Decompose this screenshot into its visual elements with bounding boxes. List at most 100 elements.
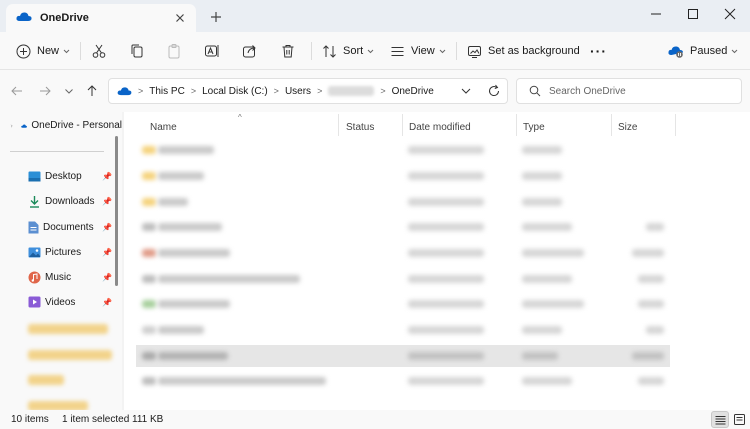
clipboard-icon <box>168 44 180 59</box>
paste-button[interactable] <box>166 40 182 62</box>
download-icon <box>30 195 39 208</box>
nav-item-redacted[interactable] <box>28 324 108 334</box>
column-header-date-modified[interactable]: Date modified <box>409 118 471 136</box>
onedrive-cloud-icon <box>16 11 32 25</box>
close-window-button[interactable] <box>712 0 748 28</box>
file-list: Name ^ Status Date modified Type Size <box>124 112 750 410</box>
breadcrumb-separator: > <box>317 86 323 96</box>
breadcrumb-this-pc[interactable]: This PC <box>149 86 185 97</box>
command-bar: New Sort View Set as background ··· Paus… <box>0 32 750 70</box>
chevron-right-icon[interactable] <box>10 122 13 130</box>
nav-item-downloads[interactable]: Downloads 📌 <box>28 192 112 210</box>
pin-icon[interactable]: 📌 <box>102 298 112 307</box>
new-button[interactable]: New <box>16 40 70 62</box>
view-button[interactable]: View <box>390 40 446 62</box>
tiles-view-button[interactable] <box>730 411 748 428</box>
nav-item-redacted[interactable] <box>28 375 64 385</box>
file-row[interactable] <box>136 242 670 264</box>
column-header-status[interactable]: Status <box>346 118 374 136</box>
file-row[interactable] <box>136 139 670 161</box>
nav-item-documents[interactable]: Documents 📌 <box>28 218 112 236</box>
file-row[interactable] <box>136 319 670 341</box>
column-divider[interactable] <box>675 114 676 136</box>
column-divider[interactable] <box>338 114 339 136</box>
nav-item-pictures[interactable]: Pictures 📌 <box>28 243 112 261</box>
forward-button[interactable] <box>36 82 54 100</box>
sync-status-label: Paused <box>690 45 728 57</box>
file-row-selected[interactable] <box>136 345 670 367</box>
back-button[interactable] <box>8 82 26 100</box>
view-list-icon <box>391 46 404 56</box>
search-icon <box>529 85 541 97</box>
breadcrumb-users[interactable]: Users <box>285 86 311 97</box>
column-header-label: Name <box>150 121 177 133</box>
share-button[interactable] <box>242 40 258 62</box>
sort-button[interactable]: Sort <box>322 40 374 62</box>
nav-item-label: Downloads <box>45 195 95 207</box>
nav-item-desktop[interactable]: Desktop 📌 <box>28 167 112 185</box>
breadcrumb-separator: > <box>190 86 197 96</box>
search-box[interactable] <box>516 78 742 104</box>
minimize-button[interactable] <box>638 0 674 28</box>
pin-icon[interactable]: 📌 <box>102 273 112 282</box>
pin-icon[interactable]: 📌 <box>102 248 112 257</box>
copy-button[interactable] <box>129 40 145 62</box>
sort-icon <box>323 44 336 58</box>
file-row[interactable] <box>136 268 670 290</box>
maximize-icon <box>688 9 698 19</box>
rename-button[interactable] <box>204 40 220 62</box>
file-row[interactable] <box>136 191 670 213</box>
search-input[interactable] <box>549 85 729 97</box>
nav-item-music[interactable]: Music 📌 <box>28 268 112 286</box>
nav-item-redacted[interactable] <box>28 350 112 360</box>
column-header-name[interactable]: Name <box>150 118 177 136</box>
breadcrumb-local-disk[interactable]: Local Disk (C:) <box>202 86 268 97</box>
column-header-label: Type <box>523 121 545 133</box>
column-divider[interactable] <box>611 114 612 136</box>
refresh-button[interactable] <box>487 83 501 102</box>
nav-item-redacted[interactable] <box>28 401 88 410</box>
address-bar[interactable]: > This PC > Local Disk (C:) > Users > > … <box>108 78 508 104</box>
onedrive-sync-status-button[interactable]: Paused <box>668 40 738 62</box>
details-view-button[interactable] <box>711 411 729 428</box>
wallpaper-icon <box>468 45 481 58</box>
set-as-background-button[interactable]: Set as background <box>467 40 580 62</box>
file-row[interactable] <box>136 216 670 238</box>
arrow-right-icon <box>40 86 51 96</box>
column-divider[interactable] <box>402 114 403 136</box>
column-header-size[interactable]: Size <box>618 118 637 136</box>
file-row[interactable] <box>136 370 670 392</box>
view-label: View <box>411 45 435 57</box>
recent-locations-button[interactable] <box>60 82 78 100</box>
up-button[interactable] <box>83 82 101 100</box>
chevron-down-icon <box>65 88 73 94</box>
maximize-button[interactable] <box>675 0 711 28</box>
breadcrumb-username-redacted[interactable] <box>328 86 375 96</box>
breadcrumb-separator: > <box>138 86 144 96</box>
tab-onedrive[interactable]: OneDrive <box>6 4 196 32</box>
navigation-pane: OneDrive - Personal Desktop 📌 Downloads … <box>0 112 122 410</box>
pin-icon[interactable]: 📌 <box>102 172 112 181</box>
address-history-button[interactable] <box>461 84 471 101</box>
chevron-down-icon <box>367 49 374 53</box>
nav-item-videos[interactable]: Videos 📌 <box>28 293 112 311</box>
arrow-left-icon <box>11 86 22 96</box>
delete-button[interactable] <box>280 40 296 62</box>
trash-icon <box>282 45 294 58</box>
set-background-label: Set as background <box>488 45 580 57</box>
column-header-type[interactable]: Type <box>523 118 545 136</box>
nav-item-onedrive-personal[interactable]: OneDrive - Personal <box>10 120 122 131</box>
file-row[interactable] <box>136 293 670 315</box>
column-header-label: Size <box>618 121 638 133</box>
pin-icon[interactable]: 📌 <box>102 197 112 206</box>
see-more-button[interactable]: ··· <box>590 40 607 62</box>
pin-icon[interactable]: 📌 <box>102 223 112 232</box>
file-row[interactable] <box>136 165 670 187</box>
close-tab-icon[interactable] <box>172 10 188 26</box>
desktop-icon <box>28 171 41 181</box>
column-divider[interactable] <box>516 114 517 136</box>
nav-scrollbar[interactable] <box>115 136 118 286</box>
breadcrumb-onedrive[interactable]: OneDrive <box>392 86 434 97</box>
new-tab-icon[interactable] <box>208 9 224 25</box>
cut-button[interactable] <box>91 40 107 62</box>
